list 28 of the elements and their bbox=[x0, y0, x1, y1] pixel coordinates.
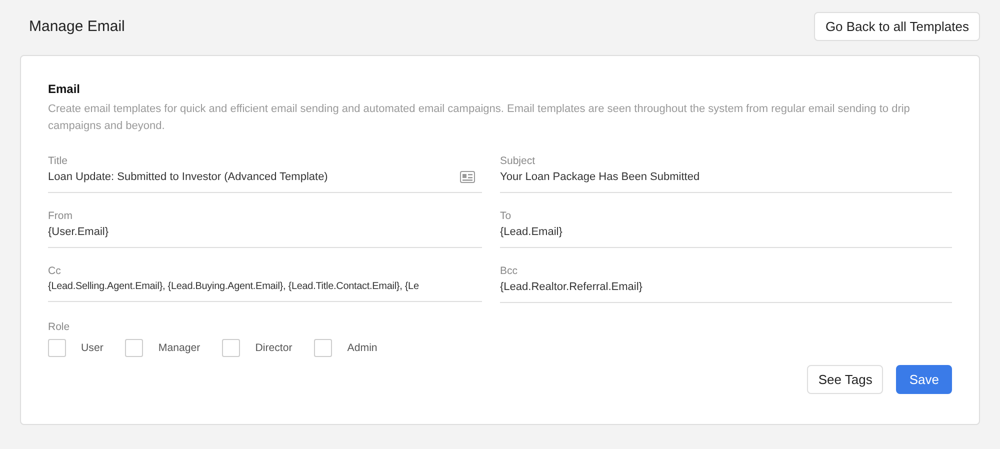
checkbox[interactable] bbox=[48, 339, 66, 357]
checkbox-label: Manager bbox=[158, 342, 200, 354]
checkbox-label: Admin bbox=[347, 342, 378, 354]
tags-button[interactable]: See Tags bbox=[807, 365, 884, 394]
contact-card-icon[interactable] bbox=[460, 171, 475, 183]
field-label: Bcc bbox=[500, 265, 518, 277]
back-button[interactable]: Go Back to all Templates bbox=[814, 12, 980, 41]
checkbox[interactable] bbox=[222, 339, 240, 357]
field-label: To bbox=[500, 210, 512, 222]
input-field[interactable]: {User.Email} bbox=[48, 225, 482, 248]
checkbox-label: User bbox=[81, 342, 104, 354]
input-field[interactable]: Loan Update: Submitted to Investor (Advanced Template) bbox=[48, 170, 482, 193]
field-label: Role bbox=[48, 321, 71, 333]
save-button[interactable]: Save bbox=[896, 365, 952, 394]
input-field[interactable]: {Lead.Selling.Agent.Email}, {Lead.Buying.Agent.Email}, {Lead.Title.Contact.Email}, {Le bbox=[48, 280, 482, 302]
input-field[interactable]: Your Loan Package Has Been Submitted bbox=[500, 170, 952, 193]
checkbox[interactable] bbox=[125, 339, 144, 357]
page-title: Manage Email bbox=[29, 18, 125, 35]
field-label: Cc bbox=[48, 265, 61, 277]
checkbox[interactable] bbox=[314, 339, 332, 357]
section-heading: Email bbox=[48, 82, 82, 96]
field-label: Title bbox=[48, 155, 68, 167]
input-field[interactable]: {Lead.Email} bbox=[500, 225, 952, 248]
field-label: From bbox=[48, 210, 72, 222]
checkbox-label: Director bbox=[255, 342, 292, 354]
field-label: Subject bbox=[500, 155, 536, 167]
input-field[interactable]: {Lead.Realtor.Referral.Email} bbox=[500, 280, 952, 303]
section-description: Create email templates for quick and efficient email sending and automated email campaigns. Email templates are seen throughout the system from regular email sending to drip campaigns and beyond. bbox=[48, 102, 911, 134]
